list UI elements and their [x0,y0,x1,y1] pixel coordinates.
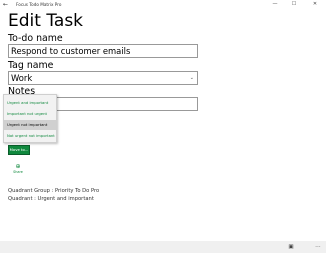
dropdown-option-not-urgent-not-important[interactable]: Not urgent not important [4,131,56,141]
back-arrow-icon[interactable]: ← [3,0,8,9]
close-icon[interactable]: ✕ [309,0,321,9]
page-title: Edit Task [8,11,84,31]
share-label: Share [13,170,23,174]
dropdown-option-important-not-urgent[interactable]: Important not urgent [4,109,56,119]
quadrant-text: Quadrant : Urgent and important [8,196,94,202]
window-title: Focus Todo Matrix Pro [16,2,62,7]
title-bar: ← Focus Todo Matrix Pro — ☐ ✕ [0,0,326,9]
tag-name-label: Tag name [8,60,54,71]
quadrant-group-text: Quadrant Group : Priority To Do Pro [8,188,100,194]
maximize-icon[interactable]: ☐ [288,0,300,9]
tag-select[interactable]: Work ⌄ [8,71,198,85]
quadrant-dropdown-menu: Urgent and important Important not urgen… [3,94,57,143]
minimize-icon[interactable]: — [269,0,281,9]
todo-name-label: To-do name [8,33,63,44]
share-icon: ⊕ [15,163,21,170]
command-bar: ▣ ⋯ [0,241,326,253]
dropdown-option-urgent-important[interactable]: Urgent and important [4,98,56,108]
todo-name-field[interactable]: Respond to customer emails [8,44,198,58]
chevron-down-icon: ⌄ [189,75,194,81]
save-icon[interactable]: ▣ [286,241,296,253]
tag-select-value: Work [11,73,33,83]
share-button[interactable]: ⊕ Share [12,163,24,177]
move-to-button[interactable]: Move to... [8,145,30,155]
more-options-icon[interactable]: ⋯ [313,241,323,253]
dropdown-option-urgent-not-important[interactable]: Urgent not important [4,120,56,130]
